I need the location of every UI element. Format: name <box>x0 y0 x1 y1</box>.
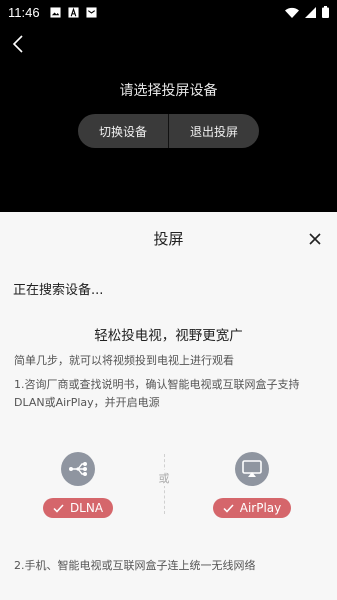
mail-icon <box>86 6 97 18</box>
switch-device-button[interactable]: 切换设备 <box>78 114 168 148</box>
font-icon <box>68 6 79 18</box>
cast-button-group: 切换设备 退出投屏 <box>78 114 259 148</box>
share-icon <box>61 452 95 486</box>
airplay-icon <box>235 452 269 486</box>
dlna-option: DLNA <box>38 452 118 518</box>
cast-prompt: 请选择投屏设备 <box>119 83 218 99</box>
check-icon <box>223 503 234 513</box>
searching-status: 正在搜索设备... <box>13 283 104 298</box>
dlna-badge: DLNA <box>42 498 114 518</box>
signal-icon <box>305 6 316 18</box>
airplay-badge: AirPlay <box>212 498 292 518</box>
status-time: 11:46 <box>8 4 40 20</box>
dlna-label: DLNA <box>69 501 104 515</box>
or-label: 或 <box>157 470 171 486</box>
system-icons <box>285 6 329 18</box>
sheet-headline: 轻松投电视，视野更宽广 <box>94 328 243 344</box>
battery-icon <box>322 6 329 18</box>
step-one-text: 1.咨询厂商或查找说明书，确认智能电视或互联网盒子支持DLAN或AirPlay，… <box>14 378 300 409</box>
image-icon <box>50 6 61 18</box>
airplay-label: AirPlay <box>239 501 282 515</box>
sheet-description: 简单几步，就可以将视频投到电视上进行观看 <box>14 354 234 367</box>
step-two-text: 2.手机、智能电视或互联网盒子连上统一无线网络 <box>14 559 256 572</box>
wifi-icon <box>285 7 299 18</box>
notification-icons <box>50 6 97 18</box>
sheet-title: 投屏 <box>153 230 184 248</box>
back-button[interactable] <box>8 32 28 56</box>
airplay-option: AirPlay <box>212 452 292 518</box>
cast-sheet: 投屏 正在搜索设备... 轻松投电视，视野更宽广 简单几步，就可以将视频投到电视… <box>0 212 337 600</box>
exit-cast-button[interactable]: 退出投屏 <box>169 114 259 148</box>
status-bar: 11:46 <box>0 0 337 24</box>
close-icon <box>309 233 321 245</box>
chevron-left-icon <box>12 35 23 53</box>
check-icon <box>53 503 64 513</box>
close-button[interactable] <box>307 231 323 247</box>
